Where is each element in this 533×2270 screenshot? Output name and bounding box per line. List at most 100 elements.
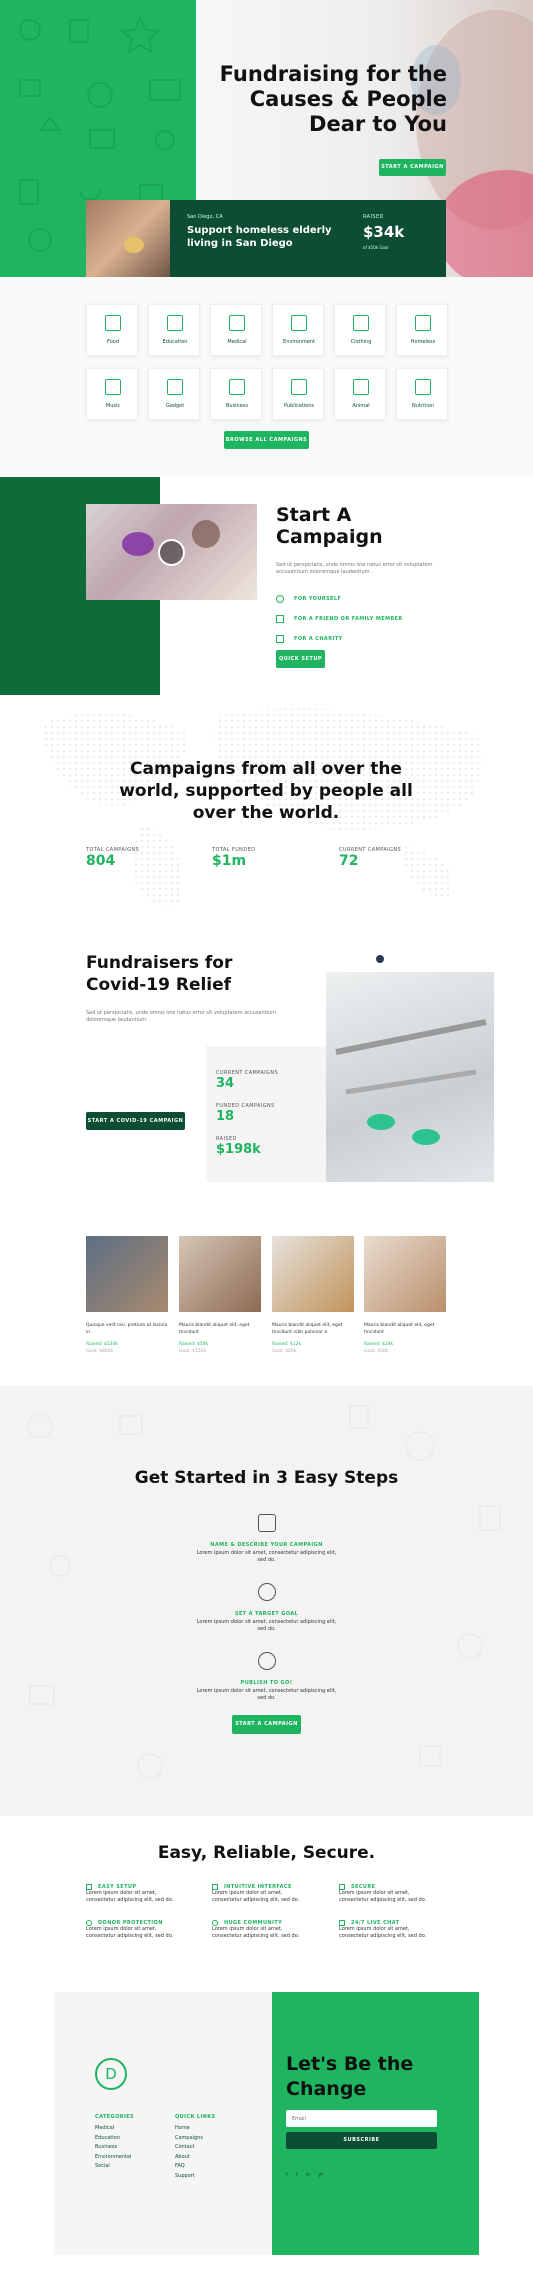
world-section: Campaigns from all over the world, suppo… bbox=[0, 695, 533, 925]
campaign-title[interactable]: Mauris blandit aliquet elit, eget tincid… bbox=[272, 1322, 354, 1336]
category-business[interactable]: Business bbox=[210, 368, 262, 420]
category-clothing[interactable]: Clothing bbox=[334, 304, 386, 356]
category-label: Clothing bbox=[350, 339, 372, 345]
heart-icon bbox=[276, 595, 284, 603]
category-medical[interactable]: Medical bbox=[210, 304, 262, 356]
footer-link[interactable]: Contact bbox=[175, 2143, 203, 2153]
category-education[interactable]: Education bbox=[148, 304, 200, 356]
footer-cta-line: Change bbox=[286, 2078, 367, 2100]
step-label: NAME & DESCRIBE YOUR CAMPAIGN bbox=[210, 1542, 323, 1548]
footer-link[interactable]: Medical bbox=[95, 2124, 131, 2134]
footer-link[interactable]: Home bbox=[175, 2124, 203, 2134]
campaign-title[interactable]: Mauris blandit aliquet elit, eget tincid… bbox=[179, 1322, 261, 1336]
category-label: Nutrition bbox=[412, 403, 434, 409]
featured-location: San Diego, CA bbox=[187, 214, 223, 220]
category-publications[interactable]: Publications bbox=[272, 368, 324, 420]
option-friend-family[interactable]: FOR A FRIEND OR FAMILY MEMBER bbox=[276, 609, 403, 629]
target-icon bbox=[258, 1583, 276, 1601]
subscribe-button[interactable]: SUBSCRIBE bbox=[286, 2132, 437, 2149]
facebook-icon[interactable]: f bbox=[286, 2172, 288, 2178]
featured-campaign-card[interactable]: San Diego, CA Support homeless elderly l… bbox=[86, 200, 446, 277]
newspaper-icon bbox=[291, 379, 307, 395]
covid-description: Sed ut perspiciatis, unde omnis iste nat… bbox=[86, 1010, 277, 1023]
step-text: Lorem ipsum dolor sit amet, consectetur … bbox=[0, 1619, 533, 1633]
footer-link[interactable]: FAQ bbox=[175, 2162, 203, 2172]
campaign-info[interactable]: Mauris blandit aliquet elit, eget tincid… bbox=[364, 1322, 446, 1355]
stat-value: 804 bbox=[86, 853, 116, 869]
footer-link[interactable]: About bbox=[175, 2153, 203, 2163]
category-environment[interactable]: Environment bbox=[272, 304, 324, 356]
quick-setup-button[interactable]: QUICK SETUP bbox=[276, 650, 325, 668]
star-icon bbox=[167, 379, 183, 395]
step-text: Lorem ipsum dolor sit amet, consectetur … bbox=[0, 1550, 533, 1564]
step-text-line: Lorem ipsum dolor sit amet, consectetur … bbox=[196, 1619, 337, 1625]
plant-icon bbox=[291, 315, 307, 331]
raised-label: RAISED bbox=[363, 214, 384, 220]
covid-campaign-button[interactable]: START A COVID-19 CAMPAIGN bbox=[86, 1112, 185, 1130]
play-icon[interactable] bbox=[158, 539, 185, 566]
footer-link[interactable]: Campaigns bbox=[175, 2134, 203, 2144]
feature-item: DONOR PROTECTION Lorem ipsum dolor sit a… bbox=[86, 1920, 206, 1940]
hero-title-line: Causes & People bbox=[249, 87, 447, 111]
stat-value: $198k bbox=[216, 1142, 261, 1157]
world-title-line: over the world. bbox=[192, 803, 340, 823]
campaign-title[interactable]: Mauris blandit aliquet elit, eget tincid… bbox=[364, 1322, 446, 1336]
category-homeless[interactable]: Homeless bbox=[396, 304, 448, 356]
footer-cta-title: Let's Be the Change bbox=[286, 2052, 413, 2102]
campaign-title[interactable]: Quisque velit nisi, pretium ut lacinia i… bbox=[86, 1322, 168, 1336]
footer-link[interactable]: Social bbox=[95, 2162, 131, 2172]
category-music[interactable]: Music bbox=[86, 368, 138, 420]
footer-link[interactable]: Business bbox=[95, 2143, 131, 2153]
close-icon[interactable] bbox=[376, 955, 384, 963]
campaign-info[interactable]: Mauris blandit aliquet elit, eget tincid… bbox=[179, 1322, 261, 1355]
featured-title-line: Support homeless elderly bbox=[187, 225, 332, 236]
logo[interactable]: D bbox=[95, 2058, 127, 2090]
apple-icon bbox=[415, 379, 431, 395]
feature-text: Lorem ipsum dolor sit amet, bbox=[339, 1890, 410, 1896]
footer-link[interactable]: Support bbox=[175, 2172, 203, 2182]
option-charity[interactable]: FOR A CHARITY bbox=[276, 629, 403, 649]
music-icon bbox=[105, 379, 121, 395]
youtube-icon[interactable]: yt bbox=[318, 2172, 323, 2178]
feature-item: 24/7 LIVE CHAT Lorem ipsum dolor sit ame… bbox=[339, 1920, 459, 1940]
category-animal[interactable]: Animal bbox=[334, 368, 386, 420]
linkedin-icon[interactable]: in bbox=[306, 2172, 311, 2178]
campaign-thumb[interactable] bbox=[364, 1236, 446, 1312]
feature-text: Lorem ipsum dolor sit amet, bbox=[86, 1890, 157, 1896]
category-label: Music bbox=[105, 403, 121, 409]
step-label: PUBLISH TO GO! bbox=[240, 1680, 293, 1686]
start-video[interactable] bbox=[86, 504, 257, 600]
steps-title: Get Started in 3 Easy Steps bbox=[134, 1468, 399, 1488]
footer-cta-line: Let's Be the bbox=[286, 2053, 414, 2075]
campaign-raised: Raised: $50k bbox=[179, 1342, 209, 1347]
feature-text: consectetur adipiscing elit, sed do. bbox=[339, 1933, 427, 1939]
email-field[interactable] bbox=[286, 2110, 437, 2127]
stat-total-campaigns: TOTAL CAMPAIGNS 804 bbox=[86, 847, 139, 869]
category-nutrition[interactable]: Nutrition bbox=[396, 368, 448, 420]
steps-section: Get Started in 3 Easy Steps NAME & DESCR… bbox=[0, 1386, 533, 1816]
covid-title-line: Covid-19 Relief bbox=[86, 975, 232, 995]
campaign-goal: Goal: $800k bbox=[86, 1349, 114, 1354]
start-title: Start A Campaign bbox=[276, 504, 383, 548]
campaign-info[interactable]: Quisque velit nisi, pretium ut lacinia i… bbox=[86, 1322, 168, 1355]
campaign-thumb[interactable] bbox=[179, 1236, 261, 1312]
twitter-icon[interactable]: t bbox=[296, 2172, 298, 2178]
footer-link[interactable]: Environmental bbox=[95, 2153, 131, 2163]
raised-amount: $34k bbox=[363, 223, 405, 241]
footer-quick-links: Home Campaigns Contact About FAQ Support bbox=[175, 2124, 203, 2181]
option-yourself[interactable]: FOR YOURSELF bbox=[276, 589, 403, 609]
background-pattern-icon bbox=[27, 1405, 501, 1779]
campaign-thumb[interactable] bbox=[272, 1236, 354, 1312]
category-gadget[interactable]: Gadget bbox=[148, 368, 200, 420]
featured-title[interactable]: Support homeless elderly living in San D… bbox=[187, 224, 332, 250]
browse-campaigns-button[interactable]: BROWSE ALL CAMPAIGNS bbox=[224, 431, 309, 449]
feature-text: Lorem ipsum dolor sit amet, bbox=[86, 1926, 157, 1932]
campaign-info[interactable]: Mauris blandit aliquet elit, eget tincid… bbox=[272, 1322, 354, 1355]
start-campaign-button[interactable]: START A CAMPAIGN bbox=[232, 1715, 301, 1734]
footer-link[interactable]: Education bbox=[95, 2134, 131, 2144]
covid-stat: RAISED $198k bbox=[216, 1136, 261, 1157]
start-campaign-button[interactable]: START A CAMPAIGN bbox=[379, 159, 446, 176]
category-food[interactable]: Food bbox=[86, 304, 138, 356]
feature-item: SECURE Lorem ipsum dolor sit amet, consec… bbox=[339, 1884, 459, 1904]
campaign-thumb[interactable] bbox=[86, 1236, 168, 1312]
